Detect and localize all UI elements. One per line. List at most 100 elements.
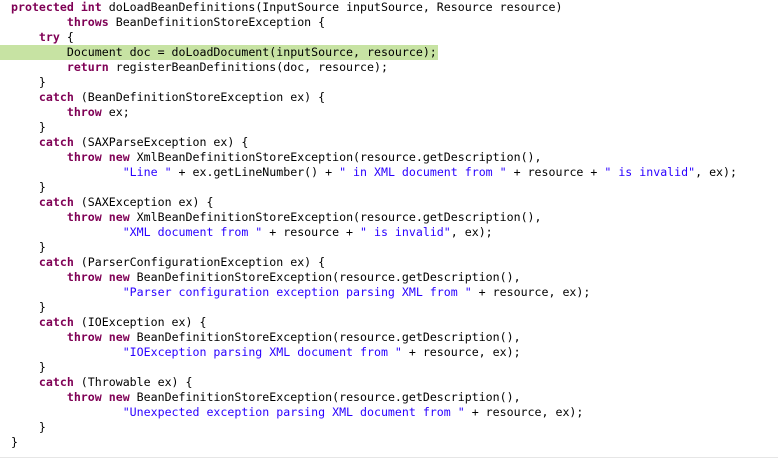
code-line[interactable]: Document doc = doLoadDocument(inputSourc… — [0, 45, 778, 60]
code-line[interactable]: catch (SAXParseException ex) { — [0, 135, 778, 150]
code-editor[interactable]: protected int doLoadBeanDefinitions(Inpu… — [0, 0, 778, 468]
keyword-token: new — [108, 390, 130, 404]
code-line[interactable]: "Unexpected exception parsing XML docume… — [0, 405, 778, 420]
code-text: throw ex; — [11, 105, 130, 120]
code-token: , ex); — [450, 225, 493, 239]
code-line[interactable]: throw new XmlBeanDefinitionStoreExceptio… — [0, 210, 778, 225]
code-token: + resource, ex); — [401, 345, 521, 359]
code-line[interactable]: throw new BeanDefinitionStoreException(r… — [0, 390, 778, 405]
code-line[interactable]: try { — [0, 30, 778, 45]
code-token: + resource, ex); — [471, 285, 591, 299]
code-token: + resource + — [262, 225, 361, 239]
code-text: } — [11, 360, 46, 375]
keyword-token: catch — [38, 135, 74, 149]
code-line[interactable]: protected int doLoadBeanDefinitions(Inpu… — [0, 0, 778, 15]
code-text: catch (BeanDefinitionStoreException ex) … — [11, 90, 325, 105]
code-line[interactable]: throw new BeanDefinitionStoreException(r… — [0, 330, 778, 345]
code-token: registerBeanDefinitions(doc, resource); — [108, 60, 388, 74]
code-text: "Unexpected exception parsing XML docume… — [11, 405, 584, 420]
code-token: + resource, ex); — [464, 405, 584, 419]
code-line[interactable]: catch (SAXException ex) { — [0, 195, 778, 210]
code-line[interactable]: } — [0, 240, 778, 255]
code-text: "Line " + ex.getLineNumber() + " in XML … — [11, 165, 737, 180]
keyword-token: protected — [11, 0, 74, 14]
code-text: } — [11, 435, 18, 450]
code-token: } — [11, 300, 46, 314]
keyword-token: return — [66, 60, 109, 74]
code-line[interactable]: "XML document from " + resource + " is i… — [0, 225, 778, 240]
keyword-token: int — [80, 0, 102, 14]
code-token: } — [11, 240, 46, 254]
keyword-token: catch — [38, 315, 74, 329]
editor-bottom-edge — [0, 457, 778, 468]
code-line[interactable]: } — [0, 180, 778, 195]
code-line[interactable]: } — [0, 300, 778, 315]
keyword-token: throw — [66, 390, 102, 404]
code-text: } — [11, 300, 46, 315]
keyword-token: catch — [38, 255, 74, 269]
code-line[interactable]: return registerBeanDefinitions(doc, reso… — [0, 60, 778, 75]
code-token: (SAXException ex) { — [73, 195, 214, 209]
code-line[interactable]: throw ex; — [0, 105, 778, 120]
string-token: "Unexpected exception parsing XML docume… — [122, 405, 465, 419]
code-text: throws BeanDefinitionStoreException { — [11, 15, 325, 30]
string-token: " is invalid" — [604, 165, 696, 179]
code-token: } — [11, 180, 46, 194]
code-token: + ex.getLineNumber() + — [171, 165, 340, 179]
code-text: } — [11, 75, 46, 90]
code-token: } — [11, 435, 18, 449]
code-line[interactable]: } — [0, 420, 778, 435]
keyword-token: catch — [38, 90, 74, 104]
code-line[interactable]: throw new BeanDefinitionStoreException(r… — [0, 270, 778, 285]
code-text: } — [11, 240, 46, 255]
keyword-token: catch — [38, 195, 74, 209]
code-token: { — [59, 30, 74, 44]
code-token: XmlBeanDefinitionStoreException(resource… — [129, 150, 542, 164]
code-line[interactable]: } — [0, 75, 778, 90]
code-line[interactable]: "IOException parsing XML document from "… — [0, 345, 778, 360]
code-token: (Throwable ex) { — [73, 375, 193, 389]
keyword-token: throw — [66, 210, 102, 224]
code-token: } — [11, 120, 46, 134]
code-text: catch (IOException ex) { — [11, 315, 207, 330]
code-token: (SAXParseException ex) { — [73, 135, 249, 149]
code-line[interactable]: } — [0, 120, 778, 135]
code-token: doLoadBeanDefinitions(InputSource inputS… — [101, 0, 563, 14]
code-text: catch (SAXException ex) { — [11, 195, 214, 210]
code-line[interactable]: catch (IOException ex) { — [0, 315, 778, 330]
code-line[interactable]: throw new XmlBeanDefinitionStoreExceptio… — [0, 150, 778, 165]
keyword-token: new — [108, 210, 130, 224]
code-line[interactable]: catch (ParserConfigurationException ex) … — [0, 255, 778, 270]
keyword-token: throw — [66, 330, 102, 344]
code-text: "IOException parsing XML document from "… — [11, 345, 521, 360]
code-text: catch (SAXParseException ex) { — [11, 135, 248, 150]
code-token: (BeanDefinitionStoreException ex) { — [73, 90, 326, 104]
keyword-token: throw — [66, 270, 102, 284]
code-line[interactable]: catch (Throwable ex) { — [0, 375, 778, 390]
string-token: "Parser configuration exception parsing … — [122, 285, 472, 299]
code-line[interactable]: } — [0, 360, 778, 375]
code-line[interactable]: "Parser configuration exception parsing … — [0, 285, 778, 300]
keyword-token: throw — [66, 105, 102, 119]
code-line[interactable]: "Line " + ex.getLineNumber() + " in XML … — [0, 165, 778, 180]
keyword-token: catch — [38, 375, 74, 389]
code-text: "XML document from " + resource + " is i… — [11, 225, 493, 240]
code-line[interactable]: catch (BeanDefinitionStoreException ex) … — [0, 90, 778, 105]
code-line[interactable]: throws BeanDefinitionStoreException { — [0, 15, 778, 30]
code-line[interactable]: } — [0, 435, 778, 450]
keyword-token: throw — [66, 150, 102, 164]
code-token: } — [11, 360, 46, 374]
keyword-token: new — [108, 330, 130, 344]
